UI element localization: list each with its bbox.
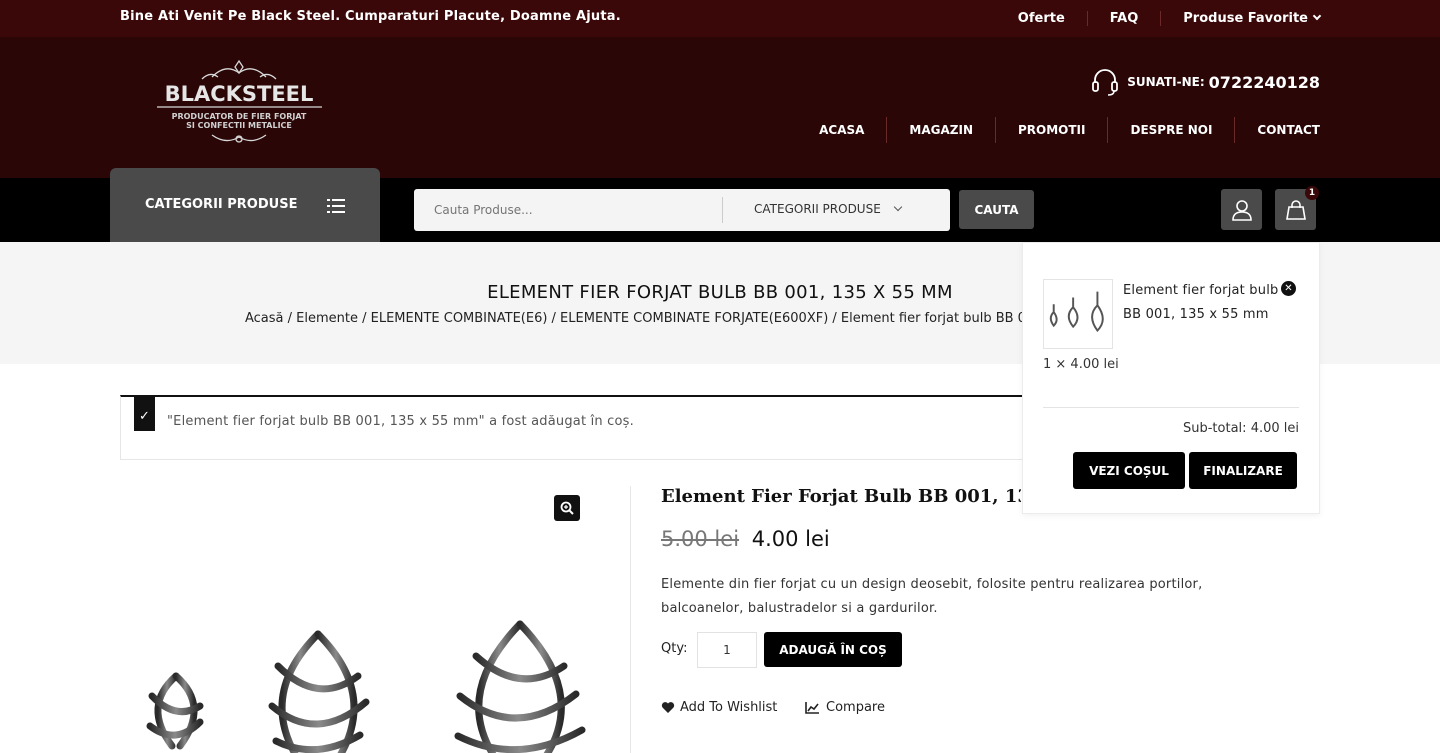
top-links: Oferte FAQ Produse Favorite — [996, 0, 1322, 37]
product-image[interactable] — [120, 486, 600, 753]
chevron-down-icon — [1312, 11, 1322, 21]
category-select-label: CATEGORII PRODUSE — [754, 202, 881, 216]
cart-item-name[interactable]: Element fier forjat bulb BB 001, 135 x 5… — [1123, 279, 1283, 327]
phone-label: SUNATI-NE: — [1127, 75, 1205, 89]
qty-label: Qty: — [661, 641, 688, 656]
product-divider — [630, 486, 631, 753]
chart-icon — [805, 702, 819, 714]
welcome-text: Bine Ati Venit Pe Black Steel. Cumparatu… — [120, 9, 621, 24]
favorite-label: Produse Favorite — [1183, 11, 1308, 26]
top-link-faq[interactable]: FAQ — [1086, 11, 1161, 26]
top-link-favorite[interactable]: Produse Favorite — [1160, 11, 1322, 26]
cart-item-qty: 1 × 4.00 lei — [1043, 357, 1119, 372]
subtotal-label: Sub-total: — [1183, 421, 1247, 436]
product-price: 5.00 lei 4.00 lei — [661, 527, 830, 551]
magnify-icon — [560, 501, 574, 515]
mini-cart-dropdown: Element fier forjat bulb BB 001, 135 x 5… — [1022, 242, 1320, 514]
nav-despre-noi[interactable]: DESPRE NOI — [1107, 117, 1234, 143]
old-price: 5.00 lei — [661, 527, 740, 551]
cart-item-thumbnail[interactable] — [1043, 279, 1113, 349]
nav-contact[interactable]: CONTACT — [1234, 117, 1320, 143]
blacksteel-logo[interactable]: BLACKSTEEL PRODUCATOR DE FIER FORJAT SI … — [152, 57, 327, 149]
search-input[interactable] — [414, 189, 722, 231]
view-cart-button[interactable]: VEZI COȘUL — [1073, 452, 1185, 489]
mini-cart-divider — [1043, 407, 1299, 408]
heart-icon — [661, 702, 675, 713]
compare-label: Compare — [826, 700, 885, 715]
breadcrumb[interactable]: Acasă / Elemente / ELEMENTE COMBINATE(E6… — [245, 311, 1035, 326]
phone-contact[interactable]: SUNATI-NE: 0722240128 — [1091, 67, 1320, 97]
remove-item-icon[interactable]: ✕ — [1281, 281, 1296, 296]
search-button[interactable]: CAUTA — [959, 190, 1034, 229]
user-icon — [1231, 199, 1252, 221]
chevron-down-icon — [893, 202, 903, 212]
subtotal-value: 4.00 lei — [1250, 421, 1299, 436]
zoom-button[interactable] — [554, 495, 580, 521]
svg-text:BLACKSTEEL: BLACKSTEEL — [165, 82, 314, 106]
product-description: Elemente din fier forjat cu un design de… — [661, 577, 1203, 616]
sale-price: 4.00 lei — [751, 527, 830, 551]
search-divider — [722, 197, 723, 223]
svg-text:SI CONFECTII METALICE: SI CONFECTII METALICE — [186, 121, 292, 130]
categories-button[interactable]: CATEGORII PRODUSE — [110, 168, 380, 242]
categories-label: CATEGORII PRODUSE — [145, 197, 298, 212]
headset-icon — [1092, 69, 1119, 96]
nav-magazin[interactable]: MAGAZIN — [886, 117, 995, 143]
add-to-cart-button[interactable]: ADAUGĂ ÎN COȘ — [764, 632, 902, 667]
site-header: BLACKSTEEL PRODUCATOR DE FIER FORJAT SI … — [0, 37, 1440, 178]
top-bar: Bine Ati Venit Pe Black Steel. Cumparatu… — [0, 0, 1440, 37]
search-box: CATEGORII PRODUSE — [414, 189, 950, 231]
main-nav: ACASA MAGAZIN PROMOTII DESPRE NOI CONTAC… — [797, 117, 1320, 143]
list-menu-icon — [327, 199, 345, 213]
account-button[interactable] — [1221, 189, 1262, 230]
phone-number[interactable]: 0722240128 — [1209, 73, 1320, 92]
cart-count-badge: 1 — [1305, 186, 1319, 200]
notice-message: "Element fier forjat bulb BB 001, 135 x … — [167, 414, 634, 429]
nav-acasa[interactable]: ACASA — [797, 117, 886, 143]
subtotal: Sub-total: 4.00 lei — [1183, 421, 1299, 436]
category-select[interactable]: CATEGORII PRODUSE — [754, 202, 903, 216]
quantity-input[interactable] — [697, 632, 757, 668]
add-to-wishlist-link[interactable]: Add To Wishlist — [661, 700, 777, 715]
product-title: Element Fier Forjat Bulb BB 001, 135 x 5… — [661, 486, 1021, 507]
compare-link[interactable]: Compare — [805, 700, 885, 715]
checkout-button[interactable]: FINALIZARE — [1189, 452, 1297, 489]
svg-text:PRODUCATOR DE FIER FORJAT: PRODUCATOR DE FIER FORJAT — [172, 112, 307, 121]
shopping-bag-icon — [1285, 199, 1306, 220]
checkmark-icon: ✓ — [134, 397, 155, 431]
nav-promotii[interactable]: PROMOTII — [994, 117, 1108, 143]
wishlist-label: Add To Wishlist — [680, 700, 778, 715]
top-link-oferte[interactable]: Oferte — [996, 11, 1087, 26]
